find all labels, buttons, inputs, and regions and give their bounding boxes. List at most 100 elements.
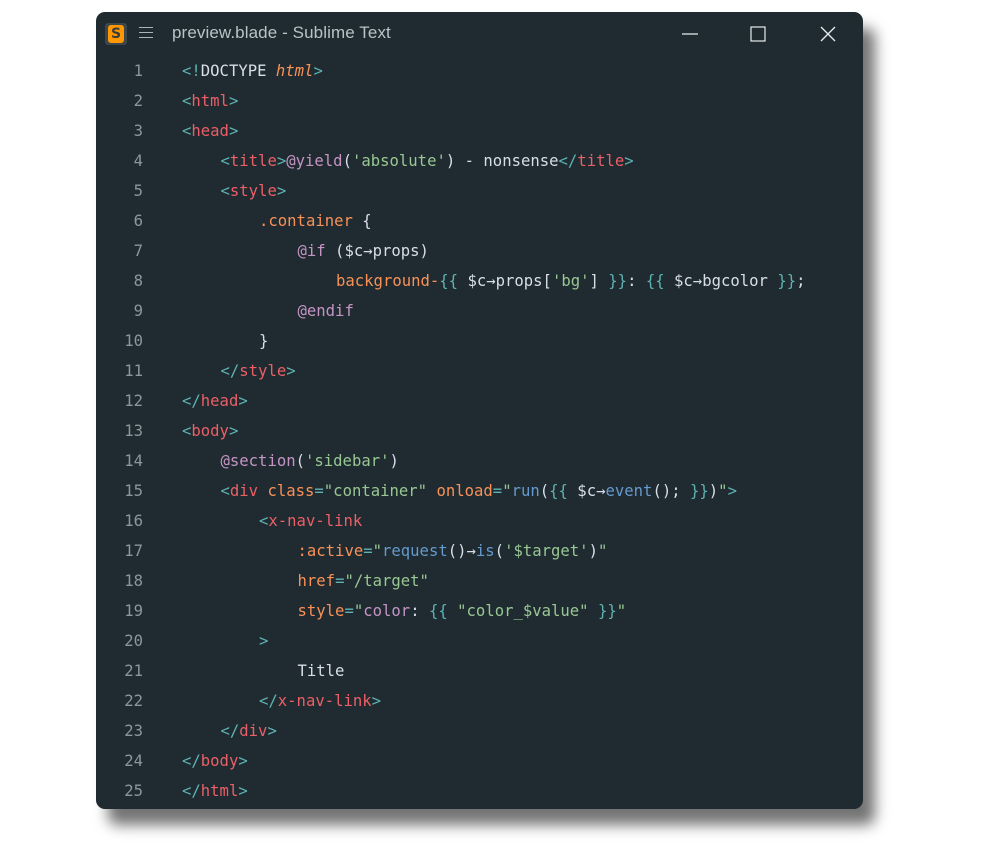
minimize-button[interactable] xyxy=(678,22,702,46)
code-token: {{ xyxy=(549,482,568,500)
code-token: @endif xyxy=(297,302,354,320)
maximize-button[interactable] xyxy=(746,22,770,46)
code-line[interactable]: 4 <title>@yield('absolute') - nonsense</t… xyxy=(96,146,863,176)
code-token: 'absolute' xyxy=(351,152,446,170)
code-line[interactable]: 9 @endif xyxy=(96,296,863,326)
code-text: </body> xyxy=(182,746,248,776)
code-token: event xyxy=(605,482,653,500)
code-token: " xyxy=(353,602,364,620)
code-token: html xyxy=(200,782,239,800)
code-token: = xyxy=(344,602,354,620)
code-token: x-nav-link xyxy=(268,512,363,530)
code-token: '$target' xyxy=(504,542,589,560)
code-line[interactable]: 21 Title xyxy=(96,656,863,686)
code-token: background- xyxy=(336,272,440,290)
code-token: "container" xyxy=(323,482,428,500)
code-token: </ xyxy=(182,782,201,800)
code-line[interactable]: 15 <div class="container" onload="run({{ … xyxy=(96,476,863,506)
close-button[interactable] xyxy=(816,22,840,46)
window-title: preview.blade - Sublime Text xyxy=(172,23,391,42)
line-number: 9 xyxy=(133,302,143,320)
code-text: > xyxy=(259,626,268,656)
line-number: 22 xyxy=(124,692,143,710)
code-token: 'bg' xyxy=(551,272,590,290)
code-token: "color_$value" xyxy=(447,602,598,620)
code-line[interactable]: 24 </body> xyxy=(96,746,863,776)
code-text: background-{{ $c→props['bg'] }}: {{ $c→b… xyxy=(336,266,805,296)
code-line[interactable]: 23 </div> xyxy=(96,716,863,746)
code-token: {{ xyxy=(428,602,448,620)
line-number: 13 xyxy=(124,422,143,440)
code-text: <head> xyxy=(182,116,238,146)
code-token: }} xyxy=(690,482,709,500)
editor-window: S preview.blade - Sublime Text 1 <!DOCTYP… xyxy=(96,12,863,809)
code-token: > xyxy=(313,62,323,80)
line-number: 23 xyxy=(124,722,143,740)
code-token: </ xyxy=(558,152,578,170)
code-token: ( xyxy=(295,452,305,470)
code-token: > xyxy=(267,722,277,740)
code-token: div xyxy=(239,722,268,740)
line-number: 16 xyxy=(124,512,143,530)
code-text: <body> xyxy=(182,416,238,446)
code-token: href xyxy=(297,572,336,590)
code-line[interactable]: 12 </head> xyxy=(96,386,863,416)
line-number: 15 xyxy=(124,482,143,500)
sublime-text-logo-icon[interactable]: S xyxy=(105,23,127,45)
code-line[interactable]: 3 <head> xyxy=(96,116,863,146)
code-line[interactable]: 14 @section('sidebar') xyxy=(96,446,863,476)
code-token: style xyxy=(297,602,345,620)
code-line[interactable]: 18 href="/target" xyxy=(96,566,863,596)
code-token: > xyxy=(371,692,382,710)
code-token: DOCTYPE xyxy=(200,62,276,80)
code-token: " xyxy=(616,602,627,620)
code-line[interactable]: 20 > xyxy=(96,626,863,656)
code-token: > xyxy=(238,782,248,800)
code-line[interactable]: 2 <html> xyxy=(96,86,863,116)
code-token: body xyxy=(191,422,229,440)
code-token: < xyxy=(220,152,230,170)
code-line[interactable]: 7 @if ($c→props) xyxy=(96,236,863,266)
code-token: @section xyxy=(220,452,296,470)
code-text: </div> xyxy=(221,716,277,746)
code-token: :active xyxy=(297,542,364,560)
code-token: head xyxy=(200,392,239,410)
code-line[interactable]: 5 <style> xyxy=(96,176,863,206)
code-area[interactable]: 1 <!DOCTYPE html> 2 <html> 3 <head> 4 <title>@y… xyxy=(96,56,863,806)
code-token: = xyxy=(314,482,324,500)
line-number: 1 xyxy=(133,62,143,80)
code-line[interactable]: 1 <!DOCTYPE html> xyxy=(96,56,863,86)
code-token: ; xyxy=(796,272,806,290)
code-text: <title>@yield('absolute') - nonsense</ti… xyxy=(221,146,634,176)
code-token: " xyxy=(502,482,512,500)
code-line[interactable]: 16 <x-nav-link xyxy=(96,506,863,536)
code-token: div xyxy=(229,482,259,500)
code-token: ] xyxy=(589,272,609,290)
code-token: < xyxy=(182,122,192,140)
code-token: < xyxy=(220,182,230,200)
code-line[interactable]: 8 background-{{ $c→props['bg'] }}: {{ $c→… xyxy=(96,266,863,296)
code-line[interactable]: 19 style="color: {{ "color_$value" }}" xyxy=(96,596,863,626)
code-token: $c→ xyxy=(567,482,606,500)
code-line[interactable]: 17:active="request()→is('$target')" xyxy=(96,536,863,566)
code-token: < xyxy=(259,512,269,530)
code-token: > xyxy=(259,632,269,650)
code-line[interactable]: 6 .container { xyxy=(96,206,863,236)
code-token: run xyxy=(511,482,540,500)
hamburger-menu-icon[interactable] xyxy=(139,27,153,39)
line-number: 5 xyxy=(133,182,143,200)
code-text: @endif xyxy=(298,296,354,326)
code-token: > xyxy=(276,182,287,200)
title-bar[interactable]: S preview.blade - Sublime Text xyxy=(96,12,863,56)
minimize-icon xyxy=(682,33,698,35)
code-line[interactable]: 25 </html> xyxy=(96,776,863,806)
code-line[interactable]: 22 </x-nav-link> xyxy=(96,686,863,716)
line-number: 6 xyxy=(133,212,143,230)
code-text: style="color: {{ "color_$value" }}" xyxy=(298,596,627,626)
code-line[interactable]: 11 </style> xyxy=(96,356,863,386)
code-line[interactable]: 13 <body> xyxy=(96,416,863,446)
code-line[interactable]: 10} xyxy=(96,326,863,356)
code-token: > xyxy=(238,752,248,770)
maximize-icon xyxy=(750,26,766,42)
code-token: ()→ xyxy=(447,542,476,560)
